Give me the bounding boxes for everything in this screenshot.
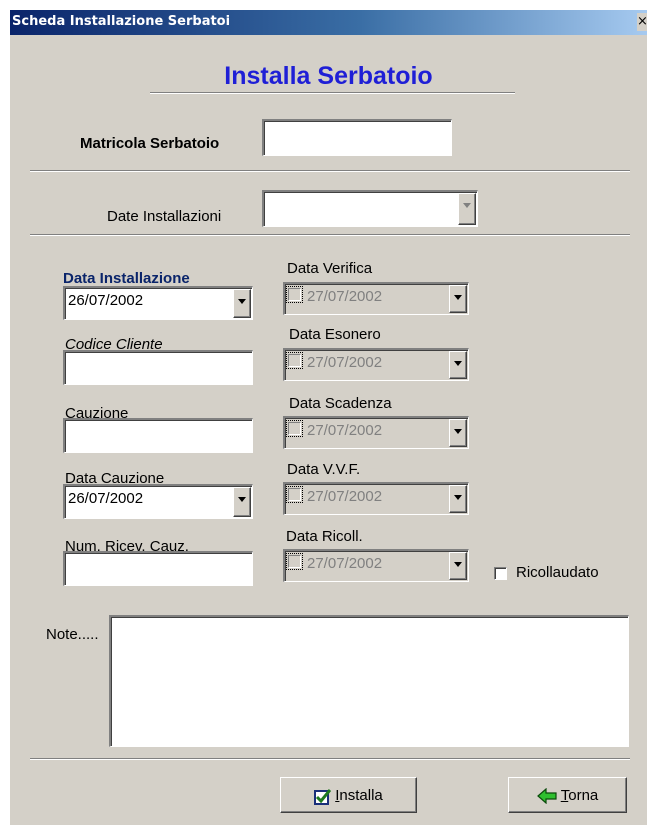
data-vvf-picker[interactable]: 27/07/2002 [283, 482, 469, 515]
data-verifica-picker[interactable]: 27/07/2002 [283, 282, 469, 315]
data-installazione-value: 26/07/2002 [68, 292, 144, 309]
data-vvf-label: Data V.V.F. [287, 461, 361, 478]
torna-label: orna [568, 787, 599, 804]
cauzione-input[interactable] [63, 418, 253, 453]
matricola-label: Matricola Serbatoio [80, 135, 220, 152]
note-textarea[interactable] [109, 615, 629, 747]
window: Scheda Installazione Serbatoi × Installa… [10, 10, 647, 825]
chevron-down-icon[interactable] [233, 487, 251, 517]
date-installazioni-select[interactable] [262, 190, 478, 227]
close-icon[interactable]: × [637, 13, 647, 31]
data-scadenza-picker[interactable]: 27/07/2002 [283, 416, 469, 449]
data-ricoll-value: 27/07/2002 [307, 555, 383, 572]
data-esonero-label: Data Esonero [289, 326, 381, 343]
divider [30, 234, 630, 236]
data-verifica-label: Data Verifica [287, 260, 373, 277]
divider [30, 758, 630, 760]
chevron-down-icon[interactable] [449, 285, 467, 313]
chevron-down-icon[interactable] [449, 485, 467, 513]
chevron-down-icon[interactable] [458, 193, 476, 225]
title-bar[interactable]: Scheda Installazione Serbatoi × [10, 10, 647, 35]
date-installazioni-label: Date Installazioni [107, 208, 222, 225]
data-vvf-checkbox[interactable] [286, 486, 303, 503]
data-scadenza-value: 27/07/2002 [307, 422, 383, 439]
data-verifica-value: 27/07/2002 [307, 288, 383, 305]
data-scadenza-checkbox[interactable] [286, 420, 303, 437]
matricola-input[interactable] [262, 119, 452, 156]
chevron-down-icon[interactable] [449, 419, 467, 447]
codice-cliente-input[interactable] [63, 350, 253, 385]
note-label: Note..... [46, 626, 99, 643]
divider [30, 170, 630, 172]
data-installazione-select[interactable]: 26/07/2002 [63, 286, 253, 320]
data-scadenza-label: Data Scadenza [289, 395, 392, 412]
data-vvf-value: 27/07/2002 [307, 488, 383, 505]
installa-button[interactable]: Installa [280, 777, 417, 813]
chevron-down-icon[interactable] [449, 552, 467, 580]
data-ricoll-picker[interactable]: 27/07/2002 [283, 549, 469, 582]
heading-underline [150, 92, 515, 94]
checkbox-check-icon [314, 788, 332, 805]
torna-button[interactable]: Torna [508, 777, 627, 813]
data-verifica-checkbox[interactable] [286, 286, 303, 303]
data-esonero-checkbox[interactable] [286, 352, 303, 369]
data-installazione-label: Data Installazione [63, 270, 190, 287]
data-esonero-value: 27/07/2002 [307, 354, 383, 371]
window-title: Scheda Installazione Serbatoi [12, 14, 231, 29]
data-cauzione-select[interactable]: 26/07/2002 [63, 484, 253, 519]
chevron-down-icon[interactable] [233, 289, 251, 318]
arrow-left-icon [536, 788, 557, 805]
data-esonero-picker[interactable]: 27/07/2002 [283, 348, 469, 381]
ricollaudato-checkbox[interactable] [494, 567, 507, 580]
chevron-down-icon[interactable] [449, 351, 467, 379]
data-cauzione-value: 26/07/2002 [68, 490, 144, 507]
ricollaudato-label[interactable]: Ricollaudato [516, 564, 599, 581]
installa-label: nstalla [339, 787, 383, 804]
data-ricoll-checkbox[interactable] [286, 553, 303, 570]
num-ricev-cauz-input[interactable] [63, 551, 253, 586]
data-ricoll-label: Data Ricoll. [286, 528, 363, 545]
page-title: Installa Serbatoio [224, 62, 433, 90]
